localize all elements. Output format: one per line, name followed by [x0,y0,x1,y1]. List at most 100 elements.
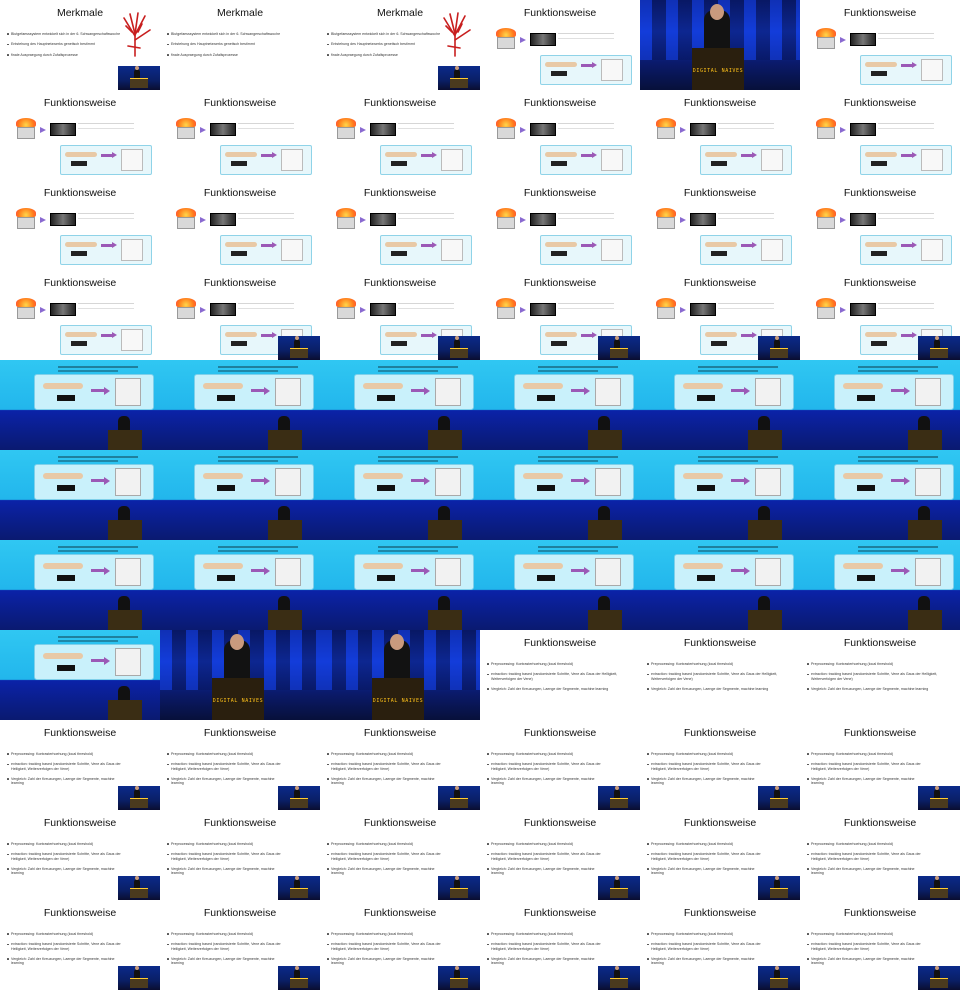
video-frame-thumbnail[interactable]: Funktionsweise Preprocessing: Kontrasterh… [0,720,160,810]
video-frame-thumbnail[interactable]: Funktionsweise Preprocessing: Kontrasterh… [640,630,800,720]
video-frame-thumbnail[interactable]: Funktionsweise Preprocessing: Kontrasterh… [800,900,960,990]
video-frame-thumbnail[interactable] [0,540,160,630]
bullet-item: Preprocessing: Kontrasterhoehung (local … [486,842,606,846]
slide-title: Funktionsweise [43,187,117,199]
video-frame-thumbnail[interactable]: Funktionsweise [160,90,320,180]
video-frame-thumbnail[interactable]: Funktionsweise Preprocessing: Kontrasterh… [320,720,480,810]
video-frame-thumbnail[interactable]: Funktionsweise [800,270,960,360]
finger-scanner-panel [834,374,954,410]
speaker-inset-video [918,966,960,990]
video-frame-thumbnail[interactable]: Funktionsweise [800,0,960,90]
video-frame-thumbnail[interactable]: Funktionsweise [320,270,480,360]
video-frame-thumbnail[interactable] [640,450,800,540]
arrow-icon [891,476,910,485]
video-frame-thumbnail[interactable] [480,360,640,450]
video-frame-thumbnail[interactable]: Funktionsweise [640,90,800,180]
video-frame-thumbnail[interactable] [0,360,160,450]
video-frame-thumbnail[interactable] [800,360,960,450]
arrow-icon [261,242,277,248]
podium [108,430,142,450]
video-frame-thumbnail[interactable]: Funktionsweise [0,270,160,360]
slide-title: Funktionsweise [523,907,597,919]
video-frame-thumbnail[interactable]: Funktionsweise [640,180,800,270]
video-frame-thumbnail[interactable] [320,450,480,540]
video-frame-thumbnail[interactable]: Funktionsweise Preprocessing: Kontrasterh… [480,900,640,990]
podium [748,610,782,630]
projected-slide-view [320,540,480,630]
video-frame-thumbnail[interactable] [640,360,800,450]
bullet-item: Blutgefaesssystem entwickelt sich in der… [326,32,446,36]
arrow-icon [741,152,757,158]
projected-slide-view [640,540,800,630]
video-frame-thumbnail[interactable] [320,360,480,450]
video-frame-thumbnail[interactable]: Funktionsweise [320,90,480,180]
video-frame-thumbnail[interactable]: Funktionsweise Preprocessing: Kontrasterh… [0,810,160,900]
podium [450,888,468,898]
video-frame-thumbnail[interactable]: Merkmale Blutgefaesssystem entwickelt sic… [320,0,480,90]
video-frame-thumbnail[interactable]: Funktionsweise [160,270,320,360]
video-frame-thumbnail[interactable] [800,540,960,630]
sensor-device [857,575,875,581]
video-frame-thumbnail[interactable]: Funktionsweise Preprocessing: Kontrasterh… [160,900,320,990]
caption-line [698,546,778,548]
video-frame-thumbnail[interactable]: Funktionsweise Preprocessing: Kontrasterh… [640,900,800,990]
video-frame-thumbnail[interactable] [480,450,640,540]
video-frame-thumbnail[interactable]: Merkmale Blutgefaesssystem entwickelt sic… [160,0,320,90]
video-frame-thumbnail[interactable]: Funktionsweise Preprocessing: Kontrasterh… [640,810,800,900]
slide-title: Funktionsweise [203,907,277,919]
video-frame-thumbnail[interactable] [0,630,160,720]
video-frame-thumbnail[interactable]: Funktionsweise [320,180,480,270]
caption-line [538,366,618,368]
video-frame-thumbnail[interactable]: Funktionsweise [0,90,160,180]
video-frame-thumbnail[interactable] [0,450,160,540]
video-frame-thumbnail[interactable] [160,450,320,540]
video-frame-thumbnail[interactable]: Funktionsweise [480,90,640,180]
bullet-item: extraction: tracking based (randomisiert… [486,672,628,681]
video-frame-thumbnail[interactable]: DIGITAL NAIVES [640,0,800,90]
bullet-list: Preprocessing: Kontrasterhoehung (local … [6,842,126,881]
video-frame-thumbnail[interactable] [160,540,320,630]
video-frame-thumbnail[interactable]: Funktionsweise Preprocessing: Kontrasterh… [0,900,160,990]
video-frame-thumbnail[interactable]: Funktionsweise Preprocessing: Kontrasterh… [800,810,960,900]
slide-title: Merkmale [216,7,264,19]
video-frame-thumbnail[interactable]: Funktionsweise Preprocessing: Kontrasterh… [160,720,320,810]
sensor-device [871,71,887,76]
podium [290,888,308,898]
finger-scanner-panel [834,554,954,590]
video-frame-thumbnail[interactable]: DIGITAL NAIVES [320,630,480,720]
video-frame-thumbnail[interactable] [640,540,800,630]
video-frame-thumbnail[interactable]: Funktionsweise [480,180,640,270]
podium [770,348,788,358]
caption-line [538,370,598,372]
finger-shape [545,332,577,337]
video-frame-thumbnail[interactable]: Funktionsweise [480,270,640,360]
bullet-item: extraction: tracking based (randomisiert… [326,762,446,771]
video-frame-thumbnail[interactable]: Funktionsweise [0,180,160,270]
finger-scanner-panel [540,145,632,175]
caption-line [538,550,598,552]
video-frame-thumbnail[interactable]: Funktionsweise Preprocessing: Kontrasterh… [320,900,480,990]
video-frame-thumbnail[interactable]: Funktionsweise [480,0,640,90]
video-frame-thumbnail[interactable]: Funktionsweise Preprocessing: Kontrasterh… [480,630,640,720]
video-frame-thumbnail[interactable] [800,450,960,540]
video-frame-thumbnail[interactable]: Funktionsweise Preprocessing: Kontrasterh… [800,720,960,810]
video-frame-thumbnail[interactable]: Funktionsweise [640,270,800,360]
video-frame-thumbnail[interactable]: Merkmale Blutgefaesssystem entwickelt sic… [0,0,160,90]
video-frame-thumbnail[interactable]: DIGITAL NAIVES [160,630,320,720]
heat-source-device [334,298,358,320]
video-frame-thumbnail[interactable]: Funktionsweise Preprocessing: Kontrasterh… [320,810,480,900]
video-frame-thumbnail[interactable]: Funktionsweise [800,180,960,270]
video-frame-thumbnail[interactable]: Funktionsweise [160,180,320,270]
slide-title: Funktionsweise [683,187,757,199]
video-frame-thumbnail[interactable] [320,540,480,630]
video-frame-thumbnail[interactable]: Funktionsweise Preprocessing: Kontrasterh… [480,810,640,900]
video-frame-thumbnail[interactable]: Funktionsweise Preprocessing: Kontrasterh… [640,720,800,810]
video-frame-thumbnail[interactable]: Funktionsweise Preprocessing: Kontrasterh… [800,630,960,720]
video-frame-thumbnail[interactable] [480,540,640,630]
video-frame-thumbnail[interactable]: Funktionsweise Preprocessing: Kontrasterh… [160,810,320,900]
video-frame-thumbnail[interactable]: Funktionsweise Preprocessing: Kontrasterh… [480,720,640,810]
caption-line [378,370,438,372]
vein-pattern-image [601,239,623,261]
video-frame-thumbnail[interactable] [160,360,320,450]
video-frame-thumbnail[interactable]: Funktionsweise [800,90,960,180]
